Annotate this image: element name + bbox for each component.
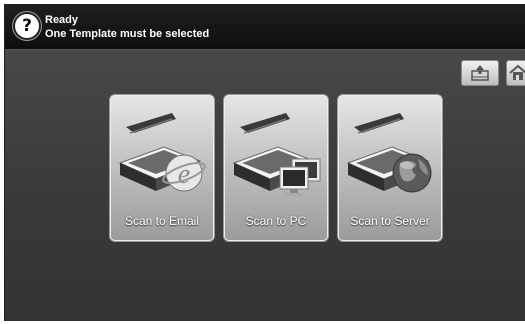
server-globe-icon [346, 113, 432, 193]
home-icon [509, 64, 525, 80]
help-icon[interactable]: ? [15, 14, 39, 38]
tile-label: Scan to PC [245, 214, 307, 228]
status-title: Ready [45, 14, 79, 26]
tray-upload-icon [471, 65, 489, 81]
home-button[interactable] [506, 60, 525, 86]
tile-label: Scan to Email [124, 214, 200, 228]
status-message: One Template must be selected [45, 28, 210, 40]
email-globe-icon: e [118, 113, 206, 192]
tile-label: Scan to Server [350, 214, 430, 228]
scan-to-server-button[interactable]: Scan to Server [337, 94, 443, 242]
job-status-button[interactable] [461, 60, 499, 86]
scan-to-pc-button[interactable]: Scan to PC [223, 94, 329, 242]
scan-to-email-button[interactable]: e Scan to Email [109, 94, 215, 242]
pc-monitors-icon [232, 113, 321, 196]
device-screen: ? Ready One Template must be selected e [4, 4, 525, 321]
status-bar: ? Ready One Template must be selected [5, 5, 525, 50]
